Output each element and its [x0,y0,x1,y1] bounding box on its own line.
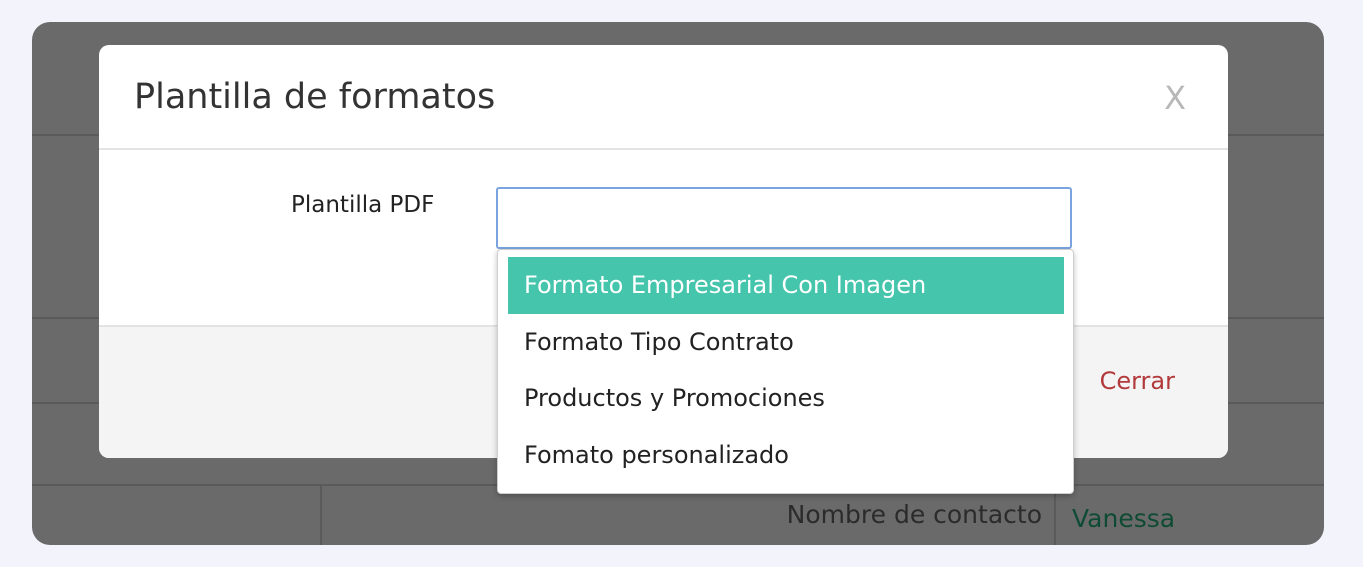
dropdown-option-formato-empresarial[interactable]: Formato Empresarial Con Imagen [508,257,1064,314]
close-icon[interactable]: X [1164,79,1186,117]
dropdown-option-formato-tipo-contrato[interactable]: Formato Tipo Contrato [508,314,1064,371]
contact-name-value: Vanessa [1072,504,1176,533]
dropdown-option-formato-personalizado[interactable]: Fomato personalizado [508,427,1064,484]
modal-title: Plantilla de formatos [134,77,496,117]
dropdown-option-productos-promociones[interactable]: Productos y Promociones [508,370,1064,427]
pdf-template-label: Plantilla PDF [291,192,435,218]
bg-column-divider [320,484,322,545]
modal-header: Plantilla de formatos X [99,45,1228,150]
pdf-template-select[interactable] [496,187,1072,249]
contact-name-label: Nombre de contacto [786,500,1042,529]
pdf-template-dropdown: Formato Empresarial Con Imagen Formato T… [497,249,1074,494]
close-button[interactable]: Cerrar [1100,367,1175,395]
